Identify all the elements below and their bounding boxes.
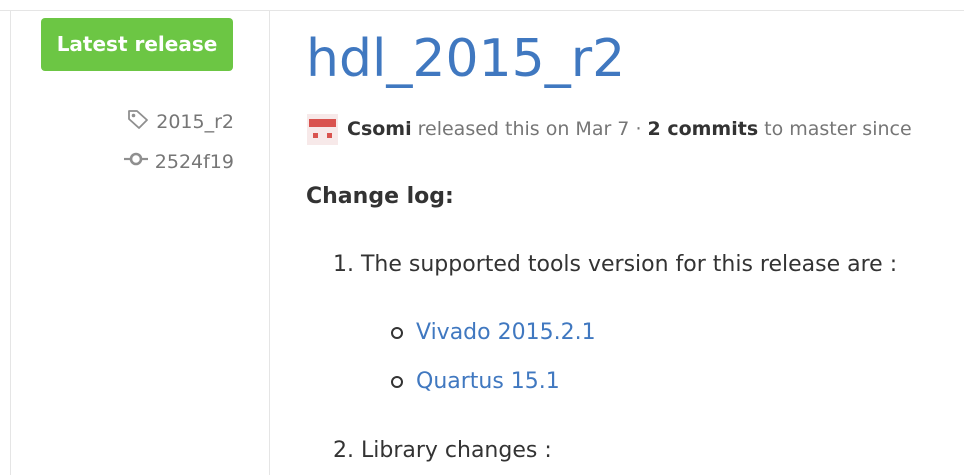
- release-page: Latest release 2015_r2 2524f19 hdl_2015_…: [0, 0, 964, 475]
- changelog-heading: Change log:: [306, 184, 454, 209]
- released-text: released this on Mar 7 ·: [417, 118, 642, 140]
- quartus-link[interactable]: Quartus 15.1: [416, 369, 560, 394]
- release-byline: Csomi released this on Mar 7 · 2 commits…: [307, 113, 912, 145]
- changelog-item: 1. The supported tools version for this …: [333, 252, 898, 277]
- commits-since-link[interactable]: 2 commits: [647, 118, 758, 140]
- commits-suffix: to master since: [764, 118, 912, 140]
- author-avatar[interactable]: [307, 113, 338, 145]
- latest-release-badge[interactable]: Latest release: [41, 18, 233, 71]
- release-commit[interactable]: 2524f19: [123, 149, 234, 174]
- author-link[interactable]: Csomi: [347, 118, 412, 140]
- circle-bullet-icon: [391, 375, 403, 388]
- release-title[interactable]: hdl_2015_r2: [306, 24, 625, 94]
- left-border: [10, 10, 11, 475]
- release-tag[interactable]: 2015_r2: [126, 108, 234, 135]
- tag-icon: [126, 108, 150, 135]
- circle-bullet-icon: [391, 326, 403, 339]
- release-main: hdl_2015_r2 Csomi released this on Mar 7…: [270, 0, 964, 475]
- git-commit-icon: [123, 149, 149, 174]
- tag-name[interactable]: 2015_r2: [156, 111, 234, 133]
- commit-sha[interactable]: 2524f19: [155, 151, 234, 173]
- tool-version-item: Quartus 15.1: [391, 369, 560, 394]
- tool-version-item: Vivado 2015.2.1: [391, 320, 596, 345]
- release-meta-column: Latest release 2015_r2 2524f19: [0, 0, 270, 475]
- vivado-link[interactable]: Vivado 2015.2.1: [416, 320, 596, 345]
- changelog-item: 2. Library changes :: [333, 438, 552, 463]
